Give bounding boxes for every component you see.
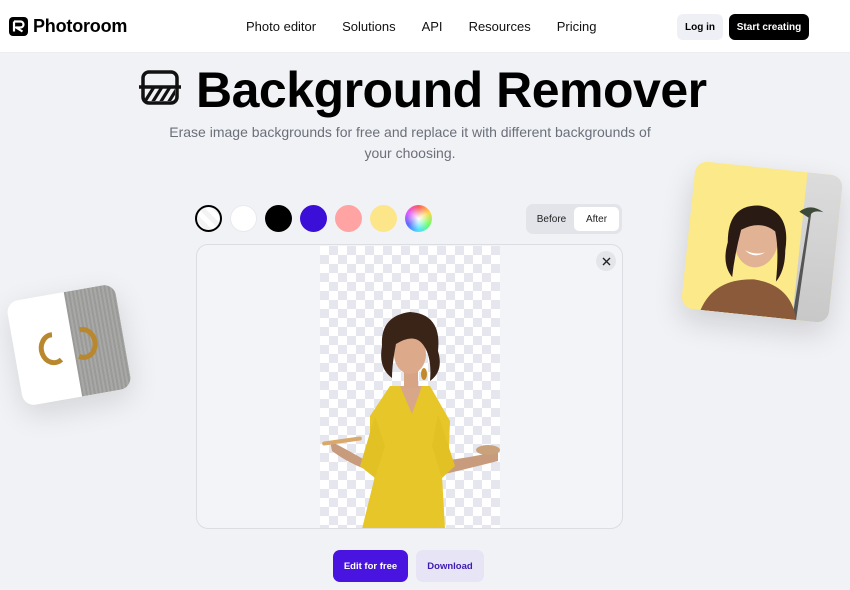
transparent-background [320, 246, 500, 528]
nav-solutions[interactable]: Solutions [342, 19, 395, 34]
swatch-white[interactable] [230, 205, 257, 232]
background-color-swatches [195, 205, 432, 232]
swatch-pink[interactable] [335, 205, 362, 232]
page-subtitle: Erase image backgrounds for free and rep… [169, 124, 651, 161]
download-button[interactable]: Download [416, 550, 484, 582]
swatch-transparent[interactable] [195, 205, 222, 232]
toggle-before[interactable]: Before [529, 207, 574, 231]
cutout-subject-image [322, 312, 500, 528]
swatch-purple[interactable] [300, 205, 327, 232]
nav-photo-editor[interactable]: Photo editor [246, 19, 316, 34]
before-after-toggle: Before After [526, 204, 622, 234]
photoroom-logo-icon [9, 17, 28, 36]
nav-pricing[interactable]: Pricing [557, 19, 597, 34]
swatch-custom-color[interactable] [405, 205, 432, 232]
example-card-earrings [5, 283, 133, 407]
swatch-yellow[interactable] [370, 205, 397, 232]
nav-resources[interactable]: Resources [469, 19, 531, 34]
example-card-portrait [680, 160, 844, 324]
start-creating-button[interactable]: Start creating [729, 14, 809, 40]
hero-heading: Background Remover [138, 62, 707, 118]
nav-api[interactable]: API [422, 19, 443, 34]
earrings-image [38, 327, 98, 366]
close-icon [602, 257, 610, 265]
close-preview-button[interactable] [596, 251, 616, 271]
page-title: Background Remover [196, 62, 707, 118]
login-button[interactable]: Log in [677, 14, 723, 40]
edit-for-free-button[interactable]: Edit for free [333, 550, 408, 582]
brand-name: Photoroom [33, 16, 128, 36]
toggle-after[interactable]: After [574, 207, 619, 231]
site-header: Photoroom Photo editor Solutions API Res… [0, 0, 850, 53]
background-remover-icon [138, 69, 182, 112]
image-preview [196, 244, 623, 529]
main-nav: Photo editor Solutions API Resources Pri… [246, 19, 596, 34]
logo[interactable]: Photoroom [9, 16, 127, 37]
portrait-image [700, 205, 824, 320]
swatch-black[interactable] [265, 205, 292, 232]
